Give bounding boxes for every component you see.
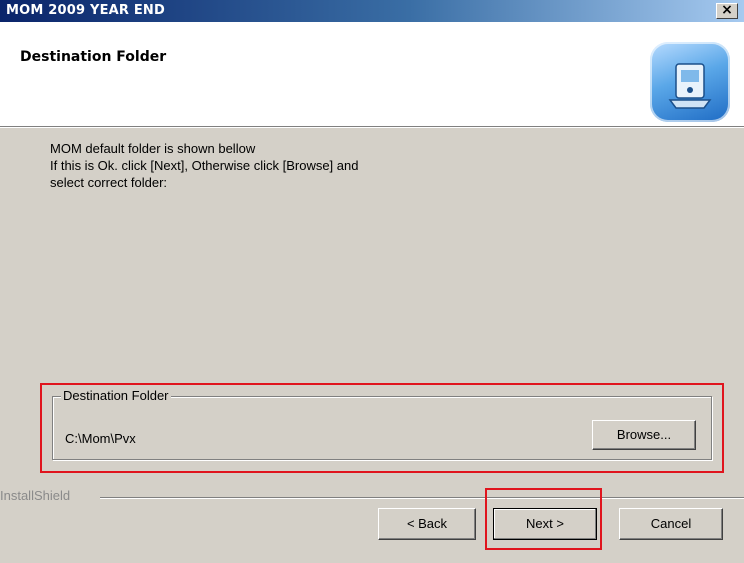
browse-button[interactable]: Browse...: [592, 420, 696, 450]
cancel-button[interactable]: Cancel: [619, 508, 723, 540]
group-label: Destination Folder: [61, 388, 171, 403]
title-bar: MOM 2009 YEAR END ×: [0, 0, 744, 22]
destination-path: C:\Mom\Pvx: [65, 431, 136, 446]
close-icon: ×: [721, 2, 733, 18]
computer-setup-icon: [650, 42, 730, 122]
instruction-line: MOM default folder is shown bellow: [50, 141, 256, 156]
next-button[interactable]: Next >: [493, 508, 597, 540]
back-button[interactable]: < Back: [378, 508, 476, 540]
close-button[interactable]: ×: [716, 2, 738, 19]
instructions: MOM default folder is shown bellow If th…: [50, 140, 358, 191]
window-title: MOM 2009 YEAR END: [6, 3, 166, 18]
installer-dialog: MOM 2009 YEAR END × Destination Folder M…: [0, 0, 744, 563]
instruction-line: select correct folder:: [50, 175, 168, 190]
instruction-line: If this is Ok. click [Next], Otherwise c…: [50, 158, 359, 173]
footer-divider: [100, 497, 744, 499]
dialog-header: Destination Folder: [0, 22, 744, 128]
page-title: Destination Folder: [20, 49, 167, 65]
installshield-brand: InstallShield: [0, 488, 71, 503]
